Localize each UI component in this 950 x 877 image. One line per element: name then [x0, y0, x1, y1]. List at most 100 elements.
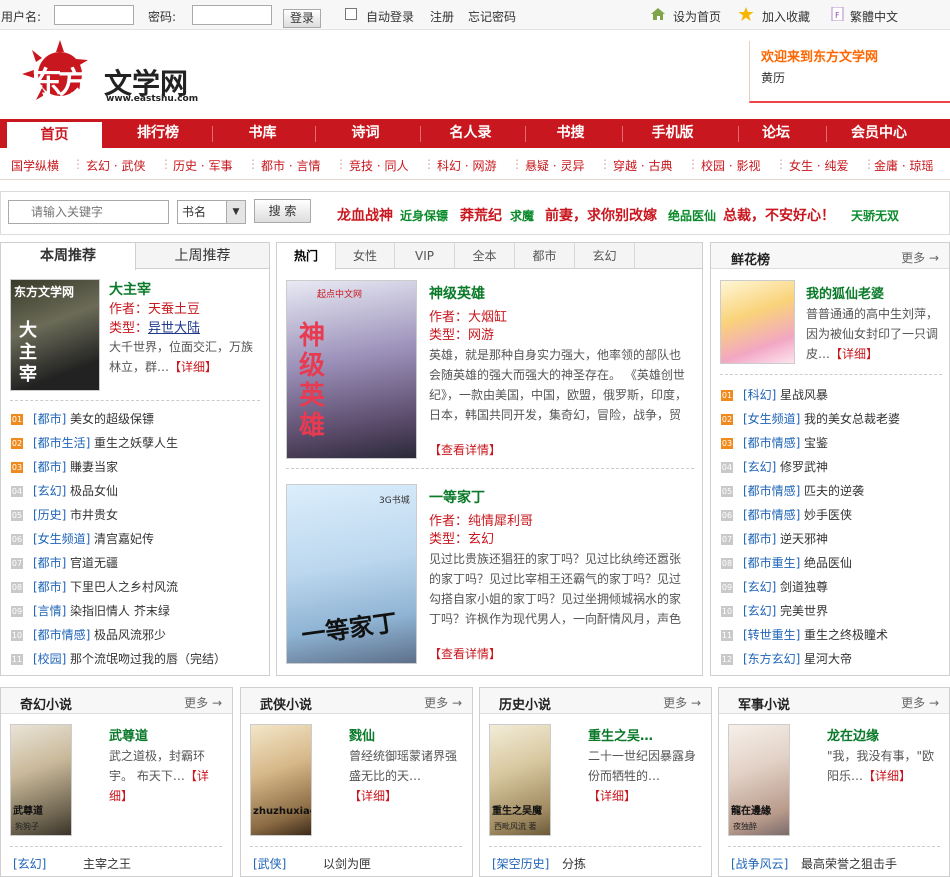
list-item[interactable]: 01 [都市] 美女的超级保镖 — [1, 407, 269, 431]
list-item-category[interactable]: [女生频道] — [33, 527, 90, 551]
subnav-item[interactable]: 玄幻 · 武侠 — [86, 157, 145, 174]
nav-poetry[interactable]: 诗词 — [318, 119, 413, 148]
list-item-category[interactable]: [都市] — [33, 551, 66, 575]
detail-link[interactable]: 【详细】 — [863, 769, 911, 783]
hot-keyword-link[interactable]: 绝品医仙 — [668, 207, 716, 224]
list-item-title[interactable]: 修罗武神 — [780, 455, 828, 479]
auto-login-checkbox[interactable] — [345, 8, 357, 20]
list-item-title[interactable]: 主宰之王 — [83, 852, 131, 876]
subnav-item[interactable]: 金庸 · 琼瑶 — [874, 157, 933, 174]
tab-this-week[interactable]: 本周推荐 — [1, 243, 136, 270]
list-item-category[interactable]: [科幻] — [743, 383, 776, 407]
list-item[interactable]: [玄幻] 主宰之王 — [1, 852, 232, 876]
subnav-item[interactable]: 都市 · 言情 — [261, 157, 320, 174]
list-item-title[interactable]: 重生之妖孽人生 — [94, 431, 178, 455]
subnav-item[interactable]: 国学纵横 — [11, 157, 59, 174]
list-item-category[interactable]: [言情] — [33, 599, 66, 623]
list-item-title[interactable]: 那个流氓吻过我的唇（完结） — [70, 647, 226, 671]
list-item-title[interactable]: 美女的超级保镖 — [70, 407, 154, 431]
traditional-chinese-link[interactable]: 繁體中文 — [850, 8, 898, 25]
author-name[interactable]: 大烟缸 — [468, 310, 507, 325]
auto-login-label[interactable]: 自动登录 — [366, 8, 414, 25]
list-item-category[interactable]: [玄幻] — [743, 575, 776, 599]
list-item[interactable]: 09 [言情] 染指旧情人 芥末绿 — [1, 599, 269, 623]
list-item-title[interactable]: 染指旧情人 芥末绿 — [70, 599, 170, 623]
list-item-category[interactable]: [都市] — [743, 527, 776, 551]
book-cover[interactable]: zhuzhuxiao.com — [250, 724, 312, 836]
list-item-category[interactable]: [都市生活] — [33, 431, 90, 455]
list-item-title[interactable]: 下里巴人之乡村风流 — [70, 575, 178, 599]
hot-keyword-link[interactable]: 总裁，不安好心！ — [723, 205, 835, 225]
nav-member-center[interactable]: 会员中心 — [829, 119, 929, 148]
list-item[interactable]: 03 [都市情感] 宝鉴 — [711, 431, 949, 455]
list-item-title[interactable]: 宝鉴 — [804, 431, 828, 455]
almanac-link[interactable]: 黄历 — [761, 69, 785, 86]
book-cover[interactable]: 东方文学网 大主宰 — [10, 279, 100, 391]
search-type-select[interactable]: 书名 ▼ — [177, 200, 246, 224]
more-link[interactable]: 更多 → — [901, 694, 939, 711]
book-title[interactable]: 一等家丁 — [429, 487, 485, 507]
search-button[interactable]: 搜 索 — [254, 199, 311, 223]
hot-keyword-link[interactable]: 天骄无双 — [851, 207, 899, 224]
list-item-title[interactable]: 星战风暴 — [780, 383, 828, 407]
list-item-title[interactable]: 以剑为匣 — [323, 852, 371, 876]
list-item-category[interactable]: [都市情感] — [33, 623, 90, 647]
list-item-category[interactable]: [都市情感] — [743, 431, 800, 455]
list-item[interactable]: 05 [都市情感] 匹夫的逆袭 — [711, 479, 949, 503]
list-item-category[interactable]: [都市] — [33, 407, 66, 431]
view-detail-link[interactable]: 【查看详情】 — [429, 441, 501, 458]
list-item-category[interactable]: [玄幻] — [13, 852, 46, 876]
more-link[interactable]: 更多 → — [184, 694, 222, 711]
site-logo[interactable]: 东方 文学网 www.eastshu.com — [22, 40, 198, 110]
list-item[interactable]: 07 [都市] 官道无疆 — [1, 551, 269, 575]
view-detail-link[interactable]: 【查看详情】 — [429, 645, 501, 662]
subnav-item[interactable]: 女生 · 纯爱 — [789, 157, 848, 174]
book-title[interactable]: 武尊道 — [109, 725, 148, 744]
hot-keyword-link[interactable]: 近身保镖 — [400, 207, 448, 224]
nav-library[interactable]: 书库 — [215, 119, 310, 148]
list-item[interactable]: 08 [都市重生] 绝品医仙 — [711, 551, 949, 575]
list-item[interactable]: 02 [女生频道] 我的美女总裁老婆 — [711, 407, 949, 431]
book-cover[interactable] — [720, 280, 795, 364]
book-title[interactable]: 神级英雄 — [429, 283, 485, 303]
type-value[interactable]: 网游 — [468, 328, 494, 343]
list-item[interactable]: 01 [科幻] 星战风暴 — [711, 383, 949, 407]
list-item-title[interactable]: 我的美女总裁老婆 — [804, 407, 900, 431]
list-item[interactable]: 12 [东方玄幻] 星河大帝 — [711, 647, 949, 671]
password-input[interactable] — [192, 5, 272, 25]
list-item-category[interactable]: [转世重生] — [743, 623, 800, 647]
hot-keyword-link[interactable]: 龙血战神 — [337, 205, 393, 225]
more-link[interactable]: 更多 → — [901, 249, 939, 266]
more-link[interactable]: 更多 → — [663, 694, 701, 711]
detail-link[interactable]: 【详细】 — [830, 347, 878, 361]
detail-link[interactable]: 【详细】 — [588, 789, 636, 803]
subnav-item[interactable]: 穿越 · 古典 — [613, 157, 672, 174]
list-item-title[interactable]: 逆天邪神 — [780, 527, 828, 551]
list-item[interactable]: 06 [都市情感] 妙手医侠 — [711, 503, 949, 527]
list-item[interactable]: 06 [女生频道] 清宫嘉妃传 — [1, 527, 269, 551]
detail-link[interactable]: 【详细】 — [169, 360, 217, 374]
hot-keyword-link[interactable]: 莽荒纪 — [460, 205, 502, 225]
set-home-link[interactable]: 设为首页 — [673, 8, 721, 25]
username-input[interactable] — [54, 5, 134, 25]
register-link[interactable]: 注册 — [430, 8, 454, 25]
book-cover[interactable]: 起点中文网 神级英雄 — [286, 280, 417, 459]
list-item-category[interactable]: [战争风云] — [731, 852, 788, 876]
list-item-title[interactable]: 清宫嘉妃传 — [94, 527, 154, 551]
list-item[interactable]: 10 [都市情感] 极品风流邪少 — [1, 623, 269, 647]
book-cover[interactable]: 龍在邊緣 夜独醉 — [728, 724, 790, 836]
list-item[interactable]: 03 [都市] 賺妻当家 — [1, 455, 269, 479]
list-item-title[interactable]: 市井贵女 — [70, 503, 118, 527]
list-item-category[interactable]: [都市情感] — [743, 479, 800, 503]
book-title[interactable]: 重生之吴… — [588, 725, 653, 744]
list-item-title[interactable]: 分拣 — [562, 852, 586, 876]
tab-hot[interactable]: 热门 — [277, 243, 336, 270]
list-item-category[interactable]: [东方玄幻] — [743, 647, 800, 671]
book-title[interactable]: 龙在边缘 — [827, 725, 879, 744]
list-item[interactable]: 04 [玄幻] 极品女仙 — [1, 479, 269, 503]
list-item-category[interactable]: [架空历史] — [492, 852, 549, 876]
type-value[interactable]: 异世大陆 — [148, 321, 200, 336]
tab-complete[interactable]: 全本 — [455, 243, 515, 269]
list-item-category[interactable]: [校园] — [33, 647, 66, 671]
book-title[interactable]: 我的狐仙老婆 — [806, 283, 884, 302]
